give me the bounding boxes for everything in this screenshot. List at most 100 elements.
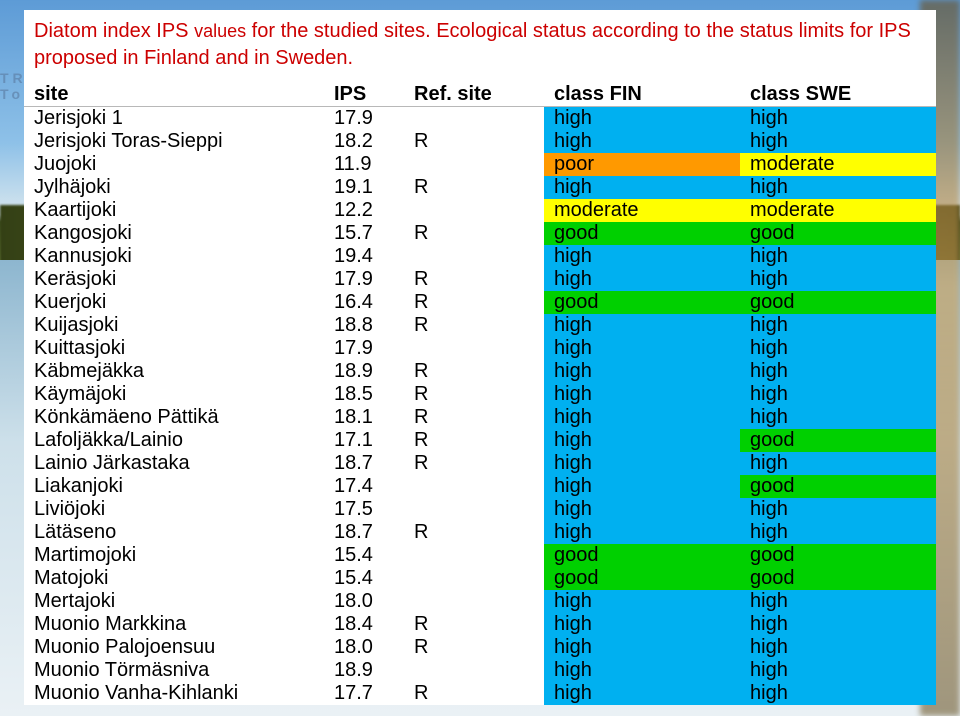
cell-class-swe: high: [740, 245, 936, 268]
cell-ref: R: [404, 429, 544, 452]
cell-class-fin: high: [544, 429, 740, 452]
cell-class-swe: high: [740, 452, 936, 475]
cell-ips: 16.4: [324, 291, 404, 314]
table-header-row: site IPS Ref. site class FIN class SWE: [24, 82, 936, 107]
cell-class-swe: high: [740, 636, 936, 659]
cell-ips: 18.5: [324, 383, 404, 406]
cell-class-swe: good: [740, 291, 936, 314]
cell-site: Lainio Järkastaka: [24, 452, 324, 475]
cell-ref: R: [404, 360, 544, 383]
cell-site: Kuijasjoki: [24, 314, 324, 337]
table-row: Matojoki15.4goodgood: [24, 567, 936, 590]
cell-ref: R: [404, 222, 544, 245]
cell-ips: 17.7: [324, 682, 404, 705]
cell-class-swe: high: [740, 406, 936, 429]
cell-ips: 18.7: [324, 521, 404, 544]
cell-ips: 15.4: [324, 567, 404, 590]
cell-ref: R: [404, 636, 544, 659]
cell-class-swe: high: [740, 383, 936, 406]
table-row: Juojoki11.9poormoderate: [24, 153, 936, 176]
cell-class-fin: high: [544, 245, 740, 268]
table-row: Kuerjoki16.4Rgoodgood: [24, 291, 936, 314]
cell-class-fin: high: [544, 130, 740, 153]
table-row: Jylhäjoki19.1Rhighhigh: [24, 176, 936, 199]
col-site: site: [24, 82, 324, 107]
table-row: Muonio Palojoensuu18.0Rhighhigh: [24, 636, 936, 659]
col-swe: class SWE: [740, 82, 936, 107]
table-row: Lafoljäkka/Lainio17.1Rhighgood: [24, 429, 936, 452]
cell-site: Lätäseno: [24, 521, 324, 544]
cell-ips: 19.1: [324, 176, 404, 199]
cell-site: Kuerjoki: [24, 291, 324, 314]
cell-ips: 18.7: [324, 452, 404, 475]
cell-class-fin: high: [544, 475, 740, 498]
cell-class-fin: high: [544, 314, 740, 337]
table-row: Muonio Törmäsniva18.9 highhigh: [24, 659, 936, 682]
cell-class-fin: moderate: [544, 199, 740, 222]
col-ref: Ref. site: [404, 82, 544, 107]
cell-class-fin: high: [544, 406, 740, 429]
cell-ref: [404, 498, 544, 521]
table-row: Muonio Vanha-Kihlanki17.7Rhighhigh: [24, 682, 936, 705]
cell-class-swe: good: [740, 544, 936, 567]
cell-ref: [404, 107, 544, 131]
cell-class-fin: high: [544, 452, 740, 475]
cell-class-swe: high: [740, 659, 936, 682]
cell-ref: R: [404, 314, 544, 337]
cell-class-fin: good: [544, 222, 740, 245]
cell-class-fin: high: [544, 360, 740, 383]
cell-ips: 18.2: [324, 130, 404, 153]
table-row: Mertajoki18.0highhigh: [24, 590, 936, 613]
cell-ref: [404, 199, 544, 222]
table-row: Kannusjoki19.4highhigh: [24, 245, 936, 268]
cell-class-fin: high: [544, 659, 740, 682]
cell-class-swe: good: [740, 222, 936, 245]
table-row: Könkämäeno Pättikä18.1Rhighhigh: [24, 406, 936, 429]
cell-site: Kaartijoki: [24, 199, 324, 222]
cell-site: Liviöjoki: [24, 498, 324, 521]
cell-class-swe: high: [740, 521, 936, 544]
table-row: Kuittasjoki17.9highhigh: [24, 337, 936, 360]
cell-ips: 17.1: [324, 429, 404, 452]
cell-site: Muonio Törmäsniva: [24, 659, 324, 682]
cell-class-fin: high: [544, 383, 740, 406]
cell-site: Jylhäjoki: [24, 176, 324, 199]
title-values-word: values: [194, 21, 246, 41]
col-fin: class FIN: [544, 82, 740, 107]
cell-class-fin: high: [544, 498, 740, 521]
cell-ref: [404, 475, 544, 498]
cell-ips: 17.9: [324, 268, 404, 291]
cell-class-fin: high: [544, 636, 740, 659]
cell-class-fin: high: [544, 268, 740, 291]
cell-ips: 18.0: [324, 590, 404, 613]
cell-ips: 12.2: [324, 199, 404, 222]
cell-class-fin: high: [544, 521, 740, 544]
table-row: Liviöjoki17.5highhigh: [24, 498, 936, 521]
table-row: Martimojoki15.4goodgood: [24, 544, 936, 567]
table-row: Kuijasjoki18.8Rhighhigh: [24, 314, 936, 337]
cell-ref: R: [404, 452, 544, 475]
cell-ref: R: [404, 682, 544, 705]
cell-ref: [404, 544, 544, 567]
cell-class-fin: high: [544, 613, 740, 636]
cell-ips: 18.9: [324, 659, 404, 682]
cell-class-swe: high: [740, 337, 936, 360]
cell-site: Juojoki: [24, 153, 324, 176]
cell-class-swe: moderate: [740, 153, 936, 176]
cell-site: Käbmejäkka: [24, 360, 324, 383]
cell-site: Muonio Markkina: [24, 613, 324, 636]
cell-class-fin: high: [544, 176, 740, 199]
cell-ref: [404, 590, 544, 613]
cell-ips: 19.4: [324, 245, 404, 268]
table-row: Käbmejäkka18.9Rhighhigh: [24, 360, 936, 383]
table-row: Jerisjoki 117.9highhigh: [24, 107, 936, 131]
cell-class-swe: high: [740, 613, 936, 636]
cell-ips: 18.8: [324, 314, 404, 337]
cell-ref: [404, 659, 544, 682]
cell-ips: 15.7: [324, 222, 404, 245]
table-row: Lainio Järkastaka18.7Rhighhigh: [24, 452, 936, 475]
cell-class-fin: high: [544, 337, 740, 360]
cell-class-swe: high: [740, 590, 936, 613]
table-row: Jerisjoki Toras-Sieppi18.2Rhighhigh: [24, 130, 936, 153]
cell-class-swe: high: [740, 360, 936, 383]
